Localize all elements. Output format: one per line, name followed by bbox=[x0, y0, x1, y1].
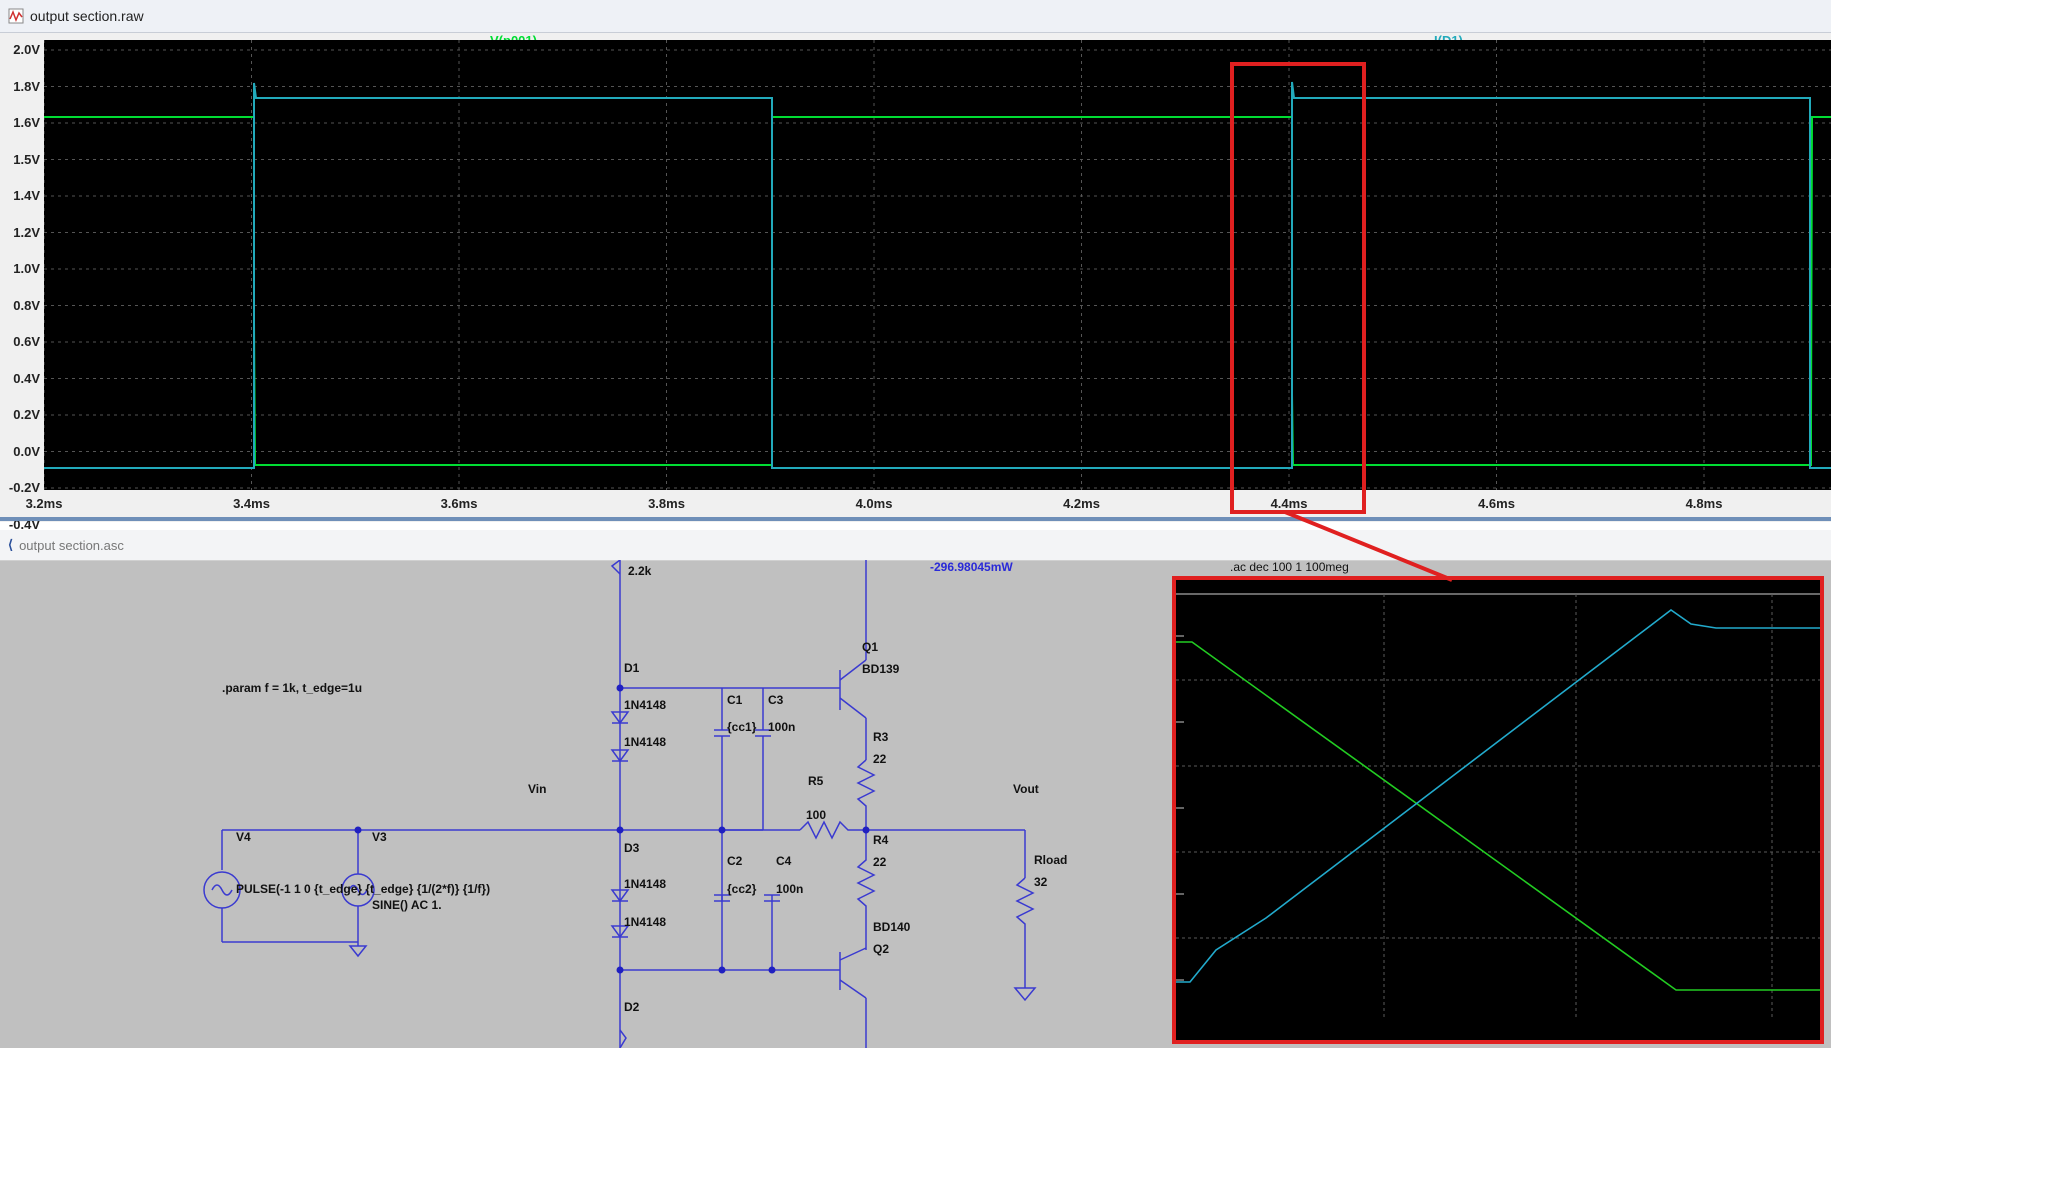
highlight-box-edge bbox=[1230, 62, 1366, 514]
label-c2-ref: C2 bbox=[727, 854, 743, 868]
x-tick-label: 4.0ms bbox=[855, 496, 893, 511]
trace-vp001 bbox=[44, 116, 1831, 466]
schematic-window-title: output section.asc bbox=[19, 537, 124, 553]
net-label-vin: Vin bbox=[528, 782, 547, 796]
x-tick-label: 4.2ms bbox=[1063, 496, 1100, 511]
inset-zoom-panel bbox=[1172, 576, 1824, 1044]
label-d1-part-a: 1N4148 bbox=[624, 698, 667, 712]
label-r3-ref: R3 bbox=[873, 730, 889, 744]
junction-dot bbox=[616, 826, 624, 834]
trace-id1 bbox=[44, 81, 1831, 469]
label-d2-ref: D2 bbox=[624, 1000, 640, 1014]
y-tick-label: 0.6V bbox=[13, 334, 40, 349]
y-tick-label: 1.8V bbox=[13, 78, 40, 94]
label-q1-ref: Q1 bbox=[862, 640, 879, 654]
label-r-top-value: 2.2k bbox=[628, 564, 652, 578]
label-v4-ref: V4 bbox=[236, 830, 251, 844]
label-c2-value: {cc2} bbox=[727, 882, 757, 896]
label-c3-ref: C3 bbox=[768, 693, 784, 707]
y-tick-label: 1.0V bbox=[13, 261, 40, 276]
y-tick-label: 1.4V bbox=[13, 188, 40, 203]
label-c4-value: 100n bbox=[776, 882, 804, 896]
label-v3-ref: V3 bbox=[372, 830, 387, 844]
x-tick-label: 4.8ms bbox=[1685, 496, 1723, 511]
junction-dot bbox=[354, 826, 362, 834]
label-d3-ref: D3 bbox=[624, 841, 640, 855]
waveform-plot-svg bbox=[43, 40, 1831, 525]
waveform-plot-area[interactable] bbox=[43, 40, 1831, 525]
x-tick-label: 3.8ms bbox=[648, 496, 685, 511]
x-tick-label: 4.6ms bbox=[1478, 496, 1515, 511]
label-d1-ref: D1 bbox=[624, 661, 640, 675]
x-tick-label: 3.6ms bbox=[440, 496, 478, 511]
schematic-titlebar[interactable]: ⟨ output section.asc bbox=[0, 530, 1831, 561]
waveform-window-title: output section.raw bbox=[30, 8, 144, 24]
label-q2-part: BD140 bbox=[873, 920, 911, 934]
label-d3-part-a: 1N4148 bbox=[624, 877, 667, 891]
waveform-window: output section.raw V(p001) I(D1) 2.0V1.8… bbox=[0, 0, 1831, 532]
y-tick-label: 0.4V bbox=[13, 370, 40, 386]
junction-dot bbox=[616, 684, 624, 692]
label-r5-ref: R5 bbox=[808, 774, 824, 788]
label-d1-part-b: 1N4148 bbox=[624, 735, 667, 749]
label-rload-value: 32 bbox=[1034, 875, 1048, 889]
power-readout: -296.98045mW bbox=[930, 560, 1013, 574]
label-q1-part: BD139 bbox=[862, 662, 900, 676]
x-tick-label: 3.2ms bbox=[25, 496, 63, 511]
label-d3-part-b: 1N4148 bbox=[624, 915, 667, 929]
net-label-vout: Vout bbox=[1013, 782, 1039, 796]
y-tick-label: 0.8V bbox=[13, 297, 40, 313]
inset-zoom-svg bbox=[1176, 593, 1820, 1020]
schematic-app-icon: ⟨ bbox=[8, 537, 14, 552]
junction-dot bbox=[718, 966, 726, 974]
label-v3-spec: SINE() AC 1. bbox=[372, 898, 442, 912]
junction-dot bbox=[768, 966, 776, 974]
y-tick-label: 1.6V bbox=[13, 115, 40, 130]
label-c1-ref: C1 bbox=[727, 693, 743, 707]
label-c1-value: {cc1} bbox=[727, 720, 757, 734]
label-c3-value: 100n bbox=[768, 720, 796, 734]
inset-trace-cyan bbox=[1176, 609, 1820, 983]
y-tick-label: -0.2V bbox=[8, 480, 40, 495]
junction-dot bbox=[718, 826, 726, 834]
label-c4-ref: C4 bbox=[776, 854, 792, 868]
label-v4-spec: PULSE(-1 1 0 {t_edge} {t_edge} {1/(2*f)}… bbox=[236, 882, 491, 896]
label-r5-value: 100 bbox=[806, 808, 827, 822]
zoom-connector-line bbox=[1280, 510, 1453, 582]
y-tick-label: 1.2V bbox=[13, 224, 40, 240]
y-tick-label: 1.5V bbox=[13, 151, 40, 167]
waveform-titlebar[interactable]: output section.raw bbox=[0, 0, 1831, 33]
label-r3-value: 22 bbox=[873, 752, 887, 766]
label-r4-ref: R4 bbox=[873, 833, 889, 847]
junction-dot bbox=[862, 826, 870, 834]
waveform-app-icon bbox=[8, 8, 24, 24]
y-tick-label: 2.0V bbox=[13, 42, 40, 57]
schematic-window: ⟨ output section.asc 2.2k -296.98045mW .… bbox=[0, 510, 1831, 1048]
label-q2-ref: Q2 bbox=[873, 942, 890, 956]
param-directive[interactable]: .param f = 1k, t_edge=1u bbox=[222, 681, 362, 695]
label-r4-value: 22 bbox=[873, 855, 887, 869]
label-rload-ref: Rload bbox=[1034, 853, 1068, 867]
junction-dot bbox=[616, 966, 624, 974]
x-tick-label: 3.4ms bbox=[233, 496, 270, 511]
plot-bottom-border bbox=[0, 517, 1831, 521]
y-tick-label: 0.2V bbox=[13, 407, 40, 422]
y-tick-label: 0.0V bbox=[13, 443, 40, 459]
